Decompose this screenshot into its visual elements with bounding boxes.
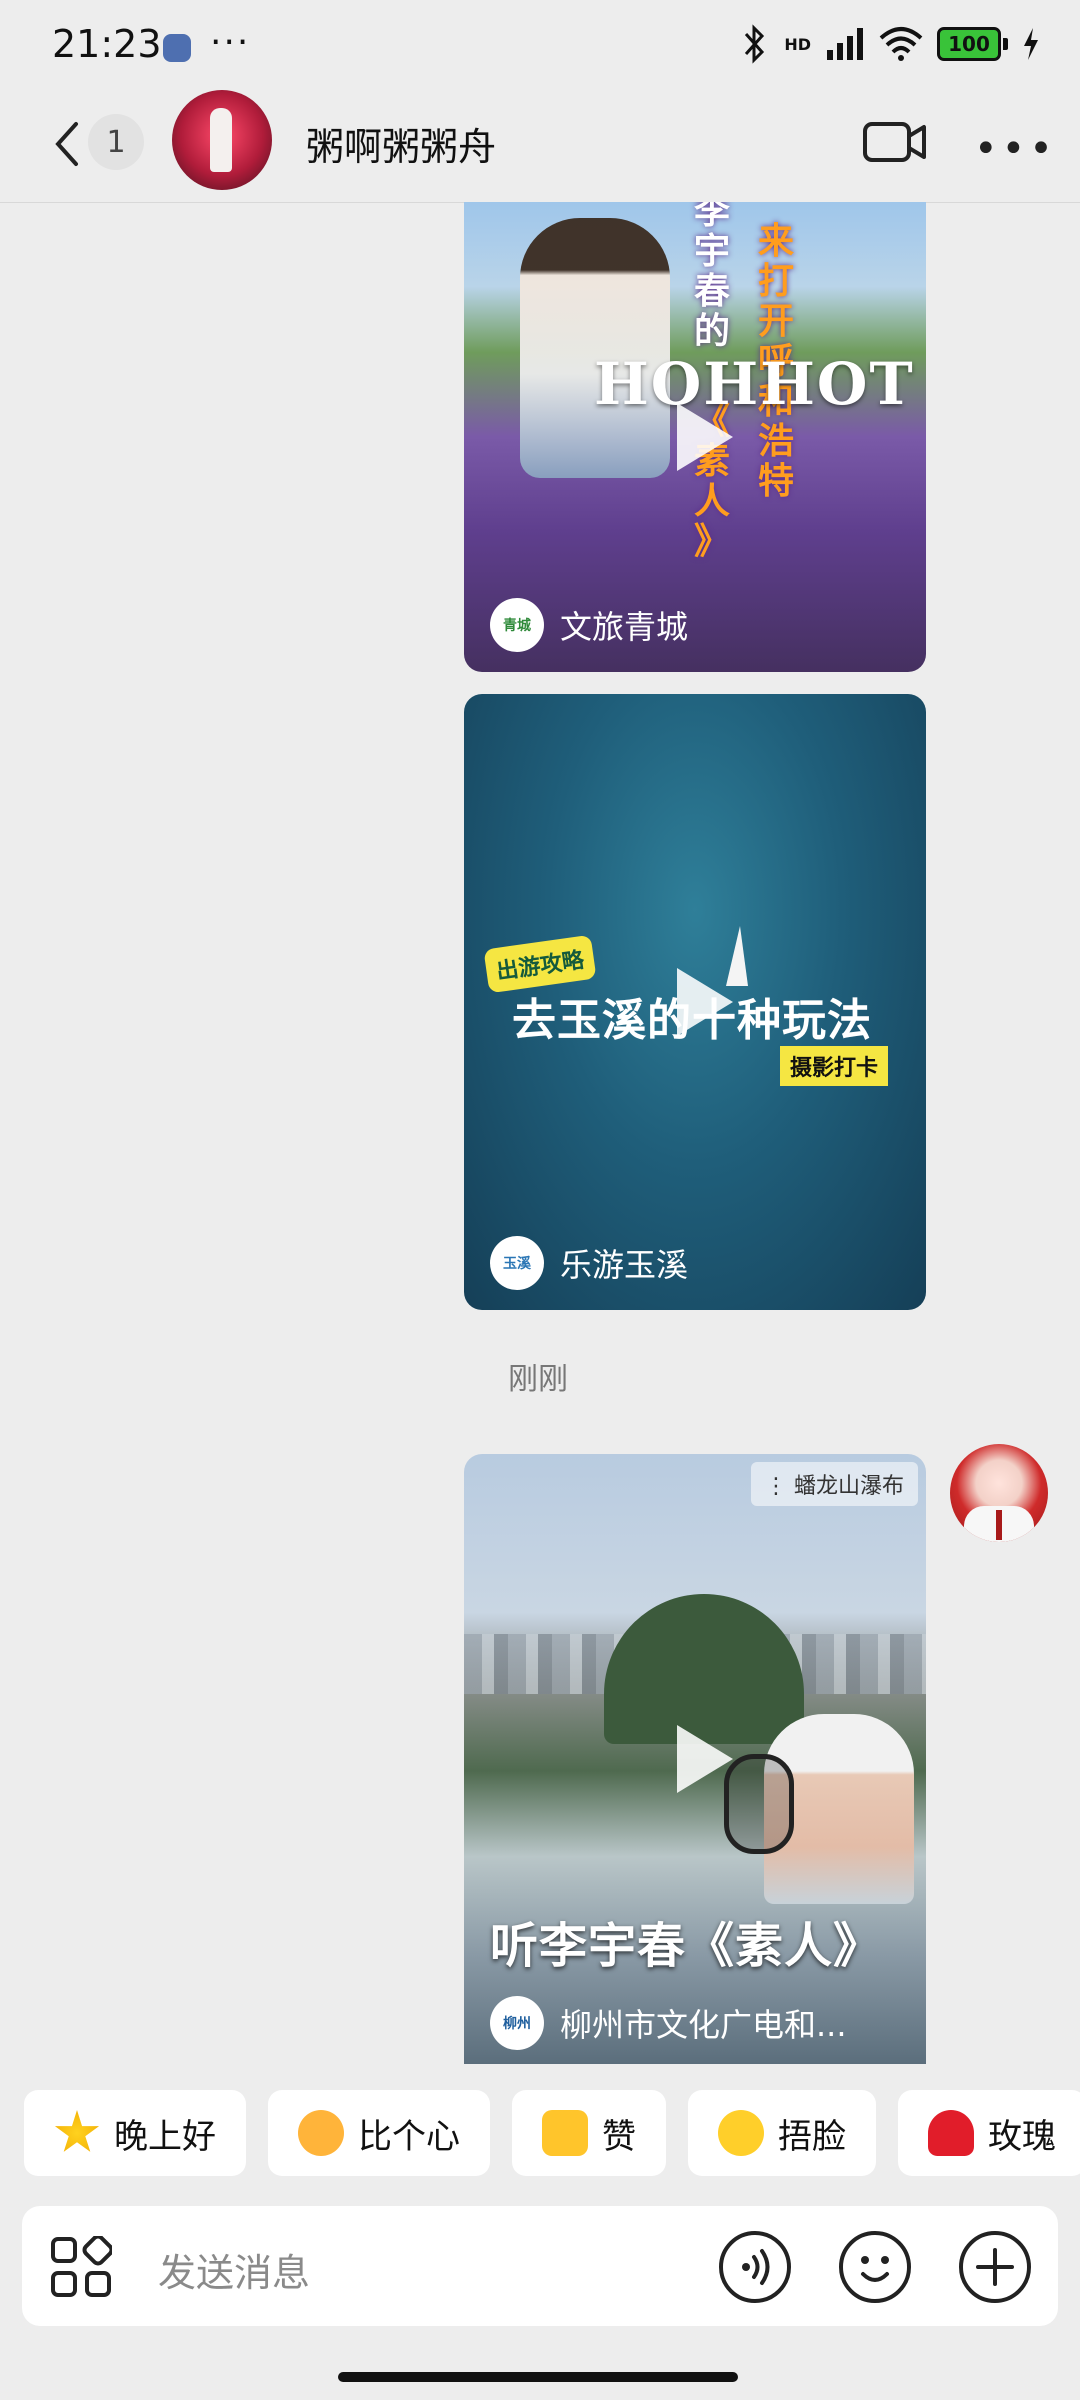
play-icon[interactable] — [677, 1725, 733, 1793]
avatar-tie — [996, 1510, 1002, 1540]
quick-reply-chip[interactable]: 玫瑰 — [898, 2090, 1080, 2176]
rose-emoji-icon — [928, 2110, 974, 2156]
card2-subtitle: 摄影打卡 — [780, 1046, 889, 1086]
message-input[interactable]: 发送消息 — [158, 2242, 310, 2297]
quick-reply-chip[interactable]: 赞 — [512, 2090, 666, 2176]
source-logo-icon: 玉溪 — [490, 1236, 544, 1290]
chip-label: 晚上好 — [114, 2116, 216, 2157]
card2-source-name: 乐游玉溪 — [560, 1246, 689, 1284]
more-menu-icon[interactable]: ••• — [974, 126, 1057, 172]
status-time: 21:23 — [52, 22, 162, 66]
message-input-bar: 发送消息 — [22, 2206, 1058, 2326]
chip-label: 玫瑰 — [988, 2116, 1056, 2157]
location-pin-icon: ⋮ — [764, 1474, 794, 1499]
quick-reply-row: 晚上好 比个心 赞 捂脸 玫瑰 — [24, 2090, 1080, 2180]
card1-person — [520, 218, 670, 478]
contact-name[interactable]: 粥啊粥粥舟 — [306, 116, 496, 171]
card3-source-name: 柳州市文化广电和... — [560, 2006, 847, 2044]
card1-source-name: 文旅青城 — [560, 608, 689, 646]
source-logo-icon: 青城 — [490, 598, 544, 652]
avatar-figure — [210, 108, 232, 172]
chat-header: 1 粥啊粥粥舟 ••• — [0, 90, 1080, 203]
card3-microphone — [724, 1754, 794, 1854]
status-more: ··· — [210, 22, 251, 63]
bluetooth-icon — [745, 24, 765, 64]
card1-overlay-text: HOHHOT — [594, 350, 915, 418]
laugh-cry-emoji-icon — [718, 2110, 764, 2156]
back-arrow-icon[interactable] — [48, 114, 88, 174]
star-emoji-icon — [54, 2110, 100, 2152]
voice-icon[interactable] — [718, 2230, 792, 2304]
apps-grid-icon[interactable] — [50, 2236, 112, 2298]
chip-label: 捂脸 — [778, 2116, 846, 2157]
emoji-icon[interactable] — [838, 2230, 912, 2304]
battery-indicator: 100 — [937, 27, 1001, 61]
wifi-icon — [879, 27, 923, 61]
quick-reply-chip[interactable]: 捂脸 — [688, 2090, 876, 2176]
card3-location: 蟠龙山瀑布 — [793, 1474, 904, 1499]
quick-reply-chip[interactable]: 比个心 — [268, 2090, 490, 2176]
home-indicator[interactable] — [338, 2372, 738, 2382]
card3-hill — [604, 1594, 804, 1744]
signal-icon — [827, 28, 863, 60]
unread-badge[interactable]: 1 — [88, 114, 144, 170]
contact-avatar[interactable] — [172, 90, 272, 190]
card1-source: 青城 文旅青城 — [490, 598, 688, 652]
card3-source: 柳州 柳州市文化广电和... — [490, 1996, 847, 2050]
network-hd-label: HD — [784, 34, 811, 54]
app-notification-icon — [163, 34, 191, 62]
card3-title: 听李宇春《素人》 — [490, 1918, 883, 1974]
quick-reply-chip[interactable]: 晚上好 — [24, 2090, 246, 2176]
status-bar: 21:23 ··· HD 100 — [0, 0, 1080, 90]
charging-icon — [1024, 28, 1038, 60]
chip-label: 比个心 — [358, 2116, 460, 2157]
plus-icon[interactable] — [958, 2230, 1032, 2304]
source-logo-icon: 柳州 — [490, 1996, 544, 2050]
chip-label: 赞 — [602, 2116, 636, 2157]
video-card-1[interactable]: 来打开呼和浩特 李宇春的 《素人》 HOHHOT 青城 文旅青城 — [464, 202, 926, 672]
status-icons: HD 100 — [740, 24, 1040, 64]
play-icon[interactable] — [677, 968, 733, 1036]
video-card-3[interactable]: ⋮ 蟠龙山瀑布 听李宇春《素人》 柳州 柳州市文化广电和... — [464, 1454, 926, 2064]
message-timestamp: 刚刚 — [508, 1362, 568, 1397]
battery-tip — [1003, 38, 1008, 50]
card2-source: 玉溪 乐游玉溪 — [490, 1236, 688, 1290]
my-avatar[interactable] — [950, 1444, 1048, 1542]
play-icon[interactable] — [677, 403, 733, 471]
card1-vertical-left: 李宇春的 — [693, 202, 730, 352]
video-card-2[interactable]: 出游攻略 去玉溪的十种玩法 摄影打卡 玉溪 乐游玉溪 — [464, 694, 926, 1310]
video-call-icon[interactable] — [862, 118, 928, 166]
heart-hands-emoji-icon — [298, 2110, 344, 2156]
thumbs-up-emoji-icon — [542, 2110, 588, 2156]
card3-location-tag: ⋮ 蟠龙山瀑布 — [750, 1462, 918, 1506]
